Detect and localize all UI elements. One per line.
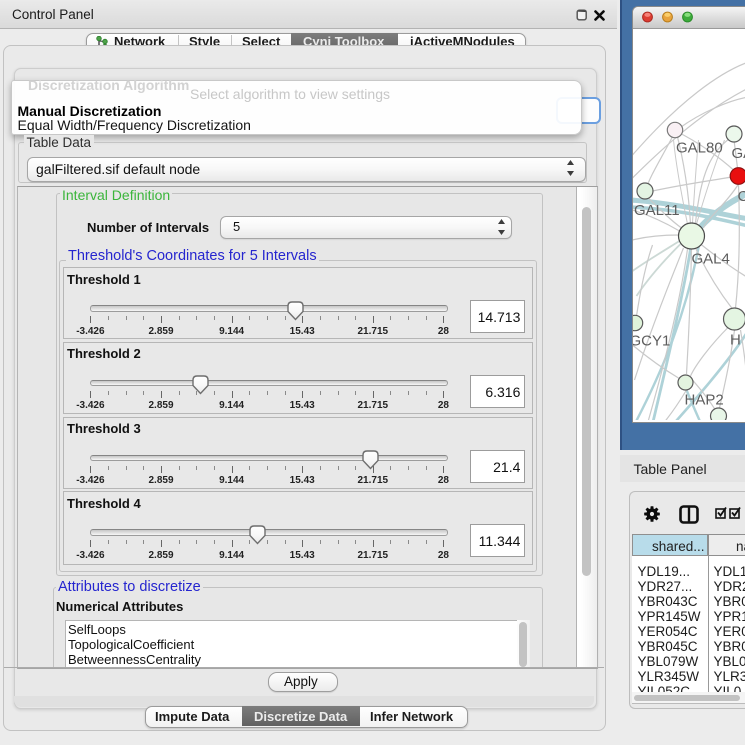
svg-text:GA: GA [731, 145, 745, 162]
svg-text:C: C [737, 188, 745, 205]
svg-text:GCY1: GCY1 [633, 333, 670, 350]
svg-text:GAL4: GAL4 [691, 251, 729, 268]
svg-text:HAP2: HAP2 [684, 392, 723, 409]
svg-text:GAL11: GAL11 [634, 202, 680, 219]
svg-text:H: H [730, 332, 741, 349]
svg-text:GAL80: GAL80 [676, 140, 723, 157]
